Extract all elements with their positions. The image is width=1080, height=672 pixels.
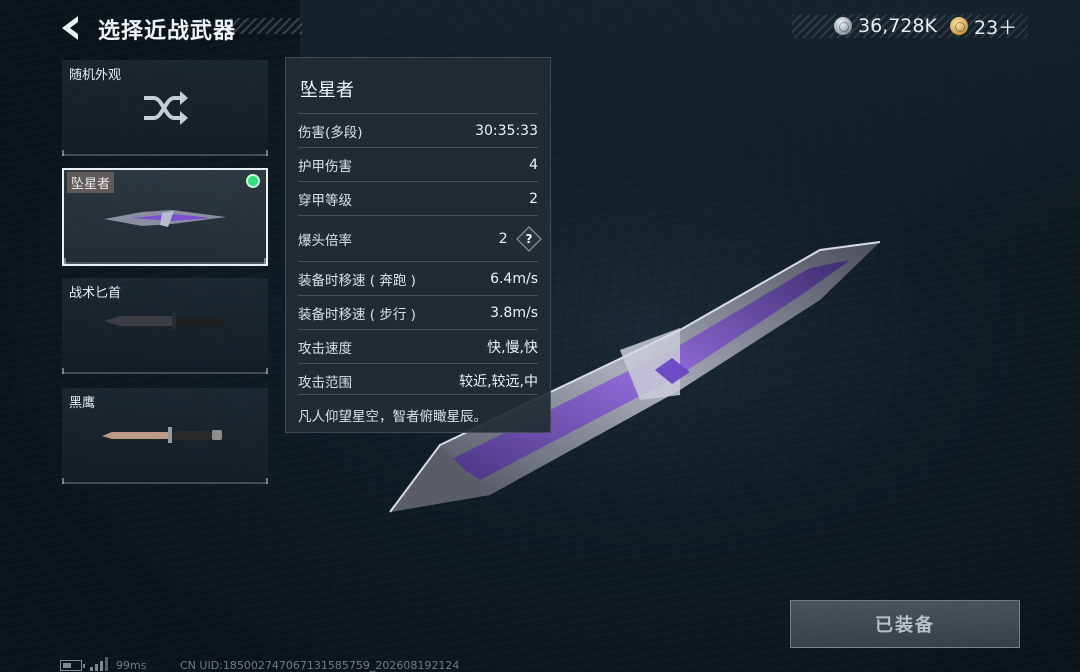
stat-label: 装备时移速 ( 步行 ) xyxy=(298,306,416,323)
stat-value: 4 xyxy=(529,156,538,173)
stat-row: 爆头倍率 2 ? xyxy=(298,215,542,261)
page-title: 选择近战武器 xyxy=(98,19,237,44)
starfall-knife-thumbnail xyxy=(104,210,226,227)
black-hawk-knife-thumbnail xyxy=(102,427,222,443)
silver-coin-icon xyxy=(834,17,852,35)
signal-icon xyxy=(90,657,108,671)
weapon-flavor-text: 凡人仰望星空，智者俯瞰星辰。 xyxy=(298,394,538,425)
stat-label: 穿甲等级 xyxy=(298,192,352,209)
equipped-button[interactable]: 已装备 xyxy=(790,600,1020,648)
title-decoration xyxy=(230,18,302,34)
weapon-name: 坠星者 xyxy=(300,80,354,101)
stat-value: 6.4m/s xyxy=(490,270,538,287)
battery-icon xyxy=(60,660,85,671)
stat-label: 爆头倍率 xyxy=(298,232,352,249)
stat-label: 装备时移速 ( 奔跑 ) xyxy=(298,272,416,289)
weapon-card-starfall[interactable]: 坠星者 xyxy=(62,168,268,266)
stat-value: 快,慢,快 xyxy=(487,339,538,356)
weapon-card-label: 坠星者 xyxy=(67,172,115,193)
weapon-card-black-hawk[interactable]: 黑鹰 xyxy=(62,388,268,484)
stat-row: 穿甲等级 2 xyxy=(298,181,538,215)
stat-value: 2 xyxy=(529,190,538,207)
stat-label: 护甲伤害 xyxy=(298,158,352,175)
shuffle-icon xyxy=(144,91,188,125)
stat-row: 攻击范围 较近,较远,中 xyxy=(298,363,538,397)
help-icon[interactable]: ? xyxy=(516,225,542,252)
stat-value: 30:35:33 xyxy=(475,122,538,139)
stat-label: 攻击范围 xyxy=(298,374,352,391)
equipped-indicator-icon xyxy=(246,174,260,188)
weapon-stats-panel: 坠星者 伤害(多段) 30:35:33 护甲伤害 4 穿甲等级 2 爆头倍率 2… xyxy=(285,57,551,433)
weapon-card-tactical-dagger[interactable]: 战术匕首 xyxy=(62,278,268,374)
gold-currency-value: 23＋ xyxy=(974,16,1018,39)
stat-label: 攻击速度 xyxy=(298,340,352,357)
stat-value: 较近,较远,中 xyxy=(459,373,538,390)
stat-row: 护甲伤害 4 xyxy=(298,147,538,181)
stat-value: 2 xyxy=(498,230,508,247)
back-arrow-icon[interactable] xyxy=(58,14,86,42)
weapon-card-label: 随机外观 xyxy=(69,68,122,83)
silver-currency-value: 36,728K xyxy=(858,15,937,37)
weapon-card-random[interactable]: 随机外观 xyxy=(62,60,268,156)
gold-currency[interactable]: 23＋ xyxy=(950,14,1018,39)
header: 选择近战武器 36,728K 23＋ xyxy=(0,0,1080,56)
weapon-card-label: 战术匕首 xyxy=(69,286,122,301)
tactical-dagger-thumbnail xyxy=(104,313,222,329)
user-uid: CN UID:185002747067131585759_20260819212… xyxy=(180,659,460,672)
equipped-button-label: 已装备 xyxy=(875,615,935,636)
stat-row: 装备时移速 ( 奔跑 ) 6.4m/s xyxy=(298,261,538,295)
stat-row: 装备时移速 ( 步行 ) 3.8m/s xyxy=(298,295,538,329)
status-footer: 99ms CN UID:185002747067131585759_202608… xyxy=(0,654,1080,672)
silver-currency[interactable]: 36,728K xyxy=(834,14,937,38)
weapon-card-label: 黑鹰 xyxy=(69,396,96,411)
stat-row: 伤害(多段) 30:35:33 xyxy=(298,113,538,147)
stat-label: 伤害(多段) xyxy=(298,124,363,141)
gold-coin-icon xyxy=(950,17,968,35)
stat-value: 3.8m/s xyxy=(490,304,538,321)
stat-value-group: 2 ? xyxy=(498,225,542,252)
stat-row: 攻击速度 快,慢,快 xyxy=(298,329,538,363)
ping-value: 99ms xyxy=(116,659,147,672)
